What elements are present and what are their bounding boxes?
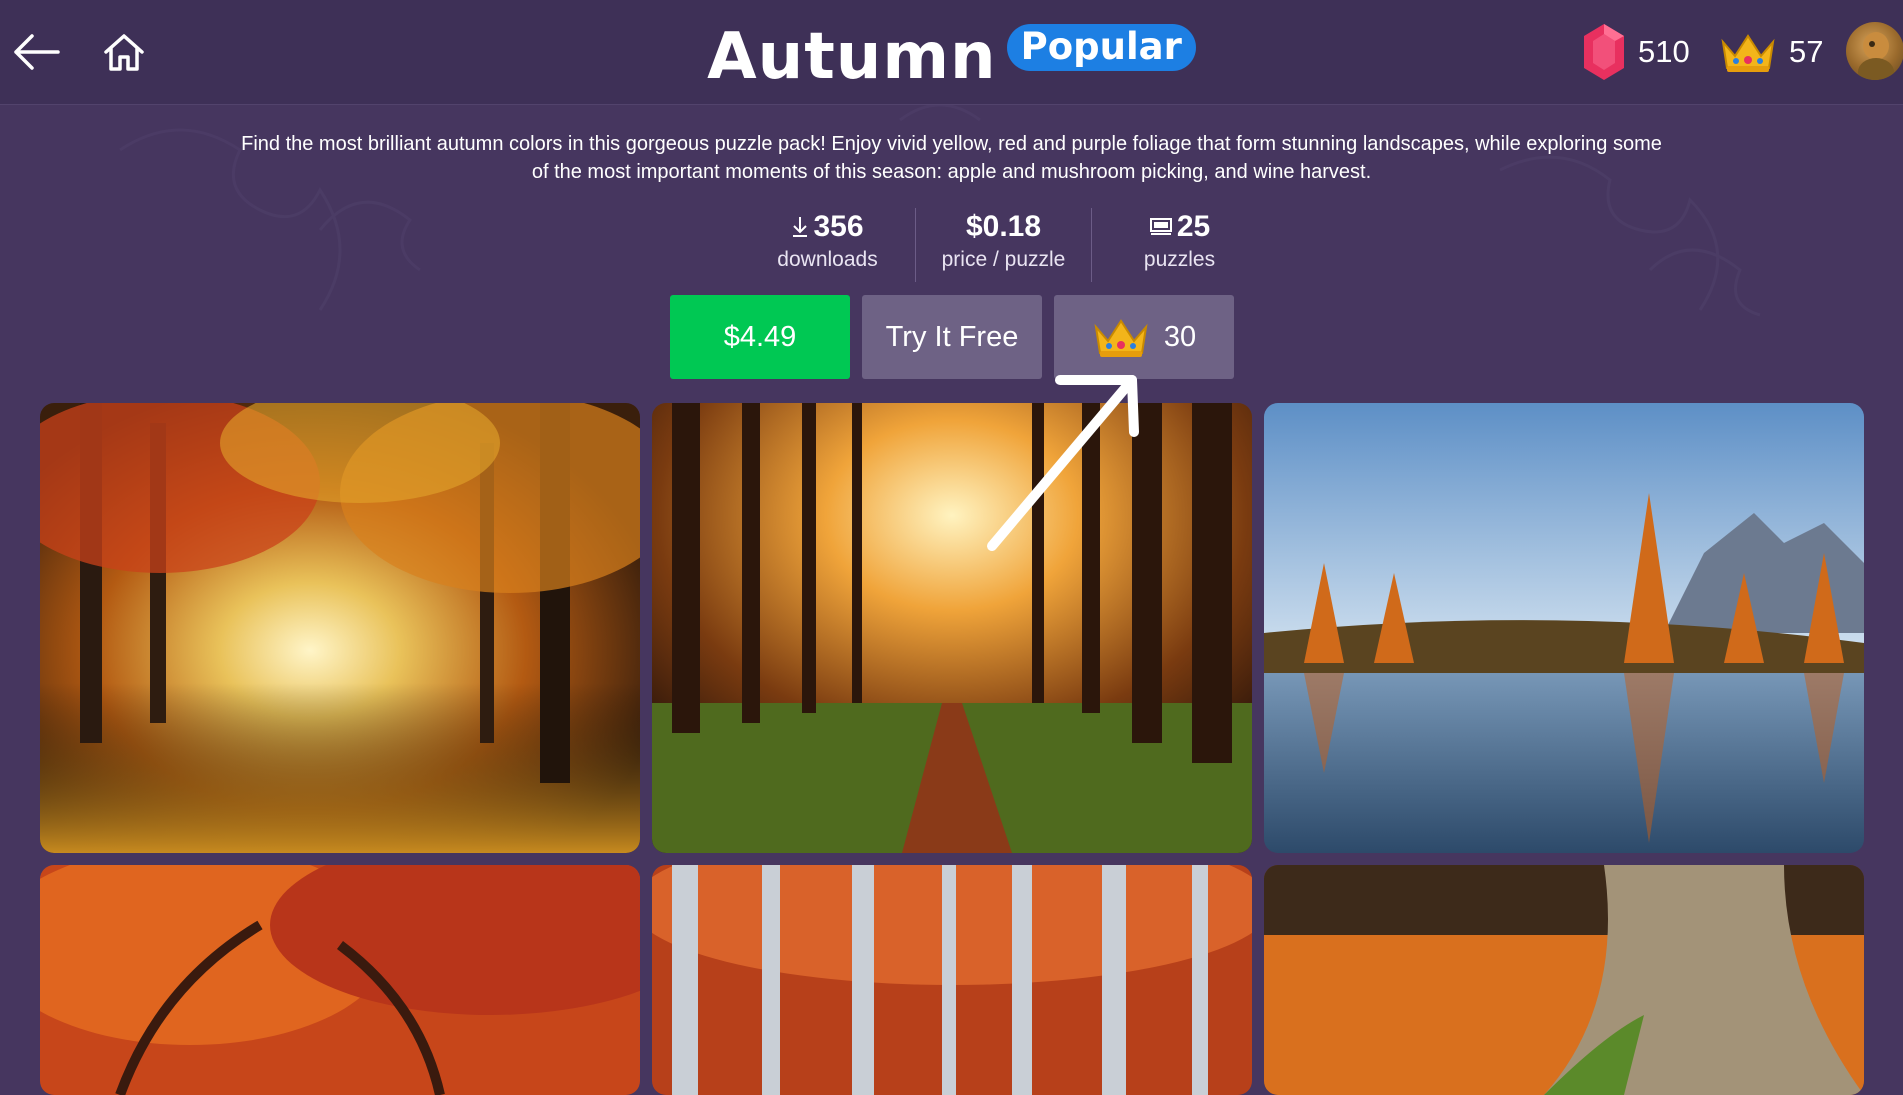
crown-icon	[1721, 34, 1775, 72]
puzzle-thumbnail[interactable]	[40, 865, 640, 1095]
puzzles-label: puzzles	[1143, 248, 1216, 271]
crown-balance[interactable]: 57	[1719, 22, 1823, 82]
puzzle-thumbnail[interactable]	[1264, 865, 1864, 1095]
crown-purchase-button[interactable]: 30	[1054, 295, 1234, 379]
downloads-label: downloads	[777, 248, 878, 271]
download-icon	[793, 217, 808, 237]
page-title: Autumn	[707, 20, 997, 94]
top-bar: Autumn Popular 510 57	[0, 0, 1903, 105]
downloads-stat: 356 downloads	[740, 208, 915, 282]
gem-balance[interactable]: 510	[1582, 22, 1690, 82]
price-label: price / puzzle	[941, 248, 1066, 271]
sunlit-forest-image	[652, 403, 1252, 853]
puzzle-thumbnail[interactable]	[1264, 403, 1864, 853]
pack-stats: 356 downloads $0.18 price / puzzle 25 pu…	[740, 208, 1267, 282]
pack-description: Find the most brilliant autumn colors in…	[241, 133, 1662, 183]
gem-count: 510	[1638, 34, 1690, 69]
price-stat: $0.18 price / puzzle	[915, 208, 1091, 282]
red-canopy-image	[40, 865, 640, 1095]
puzzle-stack-icon	[1149, 218, 1172, 235]
crown-icon	[1094, 319, 1148, 357]
gem-icon	[1584, 24, 1624, 80]
crown-price: 30	[1163, 320, 1197, 353]
try-free-button[interactable]: Try It Free	[862, 295, 1042, 379]
popular-badge: Popular	[1006, 23, 1196, 71]
tree-trunk-image	[1264, 865, 1864, 1095]
price-value: $0.18	[965, 210, 1042, 243]
puzzle-thumbnail[interactable]	[652, 403, 1252, 853]
puzzle-thumbnail[interactable]	[652, 865, 1252, 1095]
crown-count: 57	[1789, 34, 1824, 69]
buy-button[interactable]: $4.49	[670, 295, 850, 379]
downloads-value: 356	[813, 210, 864, 243]
avatar-image	[1858, 32, 1894, 80]
mountain-lake-image	[1264, 403, 1864, 853]
forest-tunnel-image	[40, 403, 640, 853]
birch-forest-image	[652, 865, 1252, 1095]
puzzles-stat: 25 puzzles	[1091, 208, 1267, 282]
puzzle-thumbnail[interactable]	[40, 403, 640, 853]
avatar[interactable]	[1846, 22, 1903, 80]
puzzles-value: 25	[1176, 210, 1211, 243]
